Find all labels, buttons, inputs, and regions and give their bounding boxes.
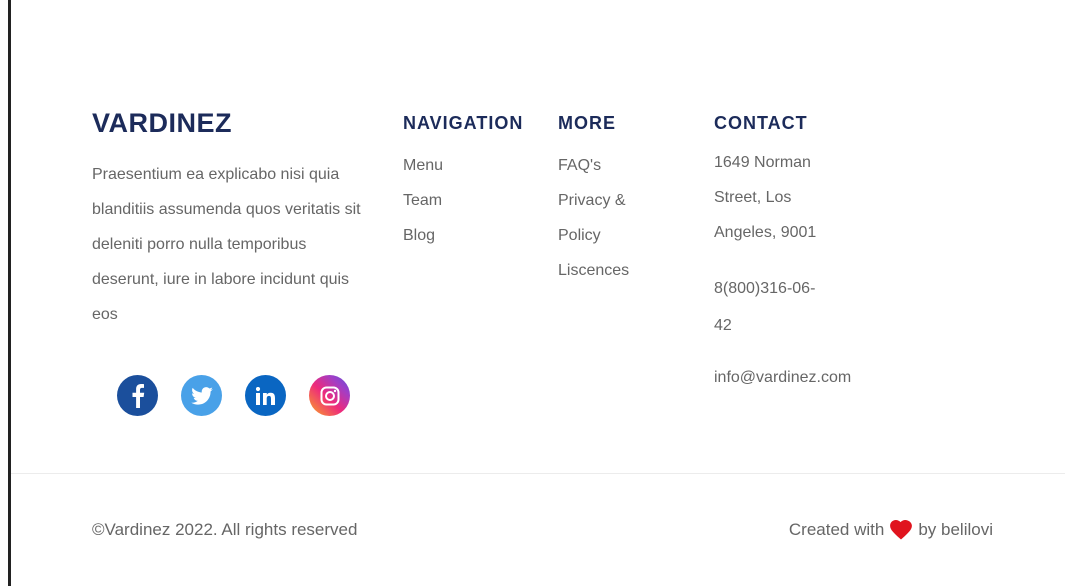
navigation-heading: NAVIGATION bbox=[403, 113, 524, 133]
more-heading: MORE bbox=[558, 113, 616, 133]
brand-logo: VARDINEZ bbox=[92, 108, 233, 138]
social-links bbox=[117, 375, 350, 416]
about-text: Praesentium ea explicabo nisi quia bland… bbox=[92, 166, 361, 323]
heart-icon bbox=[890, 520, 913, 540]
contact-heading: CONTACT bbox=[714, 113, 808, 133]
linkedin-icon[interactable] bbox=[245, 375, 286, 416]
contact-address: 1649 Norman Street, Los Angeles, 9001 bbox=[714, 154, 817, 241]
contact-email[interactable]: info@vardinez.com bbox=[714, 360, 851, 395]
facebook-icon[interactable] bbox=[117, 375, 158, 416]
more-list: FAQ's Privacy & Policy Liscences bbox=[558, 148, 668, 288]
credits-author[interactable]: by belilovi bbox=[918, 520, 993, 540]
copyright-text: ©Vardinez 2022. All rights reserved bbox=[92, 520, 358, 539]
navigation-list: Menu Team Blog bbox=[403, 148, 443, 253]
twitter-icon[interactable] bbox=[181, 375, 222, 416]
credits: Created with by belilovi bbox=[789, 520, 993, 540]
contact-phone[interactable]: 8(800)316-06-42 bbox=[714, 270, 824, 344]
footer-divider bbox=[11, 473, 1065, 474]
more-link-privacy-policy[interactable]: Privacy & Policy bbox=[558, 183, 668, 253]
nav-link-team[interactable]: Team bbox=[403, 183, 443, 218]
more-link-faq[interactable]: FAQ's bbox=[558, 148, 668, 183]
nav-link-menu[interactable]: Menu bbox=[403, 148, 443, 183]
nav-link-blog[interactable]: Blog bbox=[403, 218, 443, 253]
more-link-licences[interactable]: Liscences bbox=[558, 253, 668, 288]
credits-prefix: Created with bbox=[788, 520, 885, 539]
left-border bbox=[8, 0, 11, 586]
instagram-icon[interactable] bbox=[309, 375, 350, 416]
